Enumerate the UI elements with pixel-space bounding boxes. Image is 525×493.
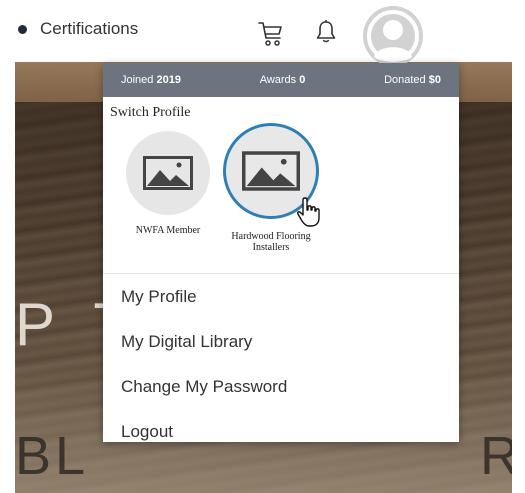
profile-option-label: NWFA Member	[135, 225, 201, 236]
top-navigation-bar: Certifications	[0, 0, 525, 66]
profile-avatar	[126, 131, 210, 215]
profile-dropdown-menu: Joined 2019 Awards 0 Donated $0 Switch P…	[103, 63, 459, 442]
switch-profile-title: Switch Profile	[110, 105, 191, 120]
profile-stats-bar: Joined 2019 Awards 0 Donated $0	[103, 63, 459, 97]
profile-option-label: Hardwood Flooring Installers	[231, 231, 311, 253]
stat-joined-value: 2019	[156, 74, 181, 86]
image-placeholder-icon	[143, 156, 193, 190]
hand-pointer-icon	[297, 197, 320, 227]
profile-option-nwfa-member[interactable]: NWFA Member	[123, 131, 213, 236]
bullet-icon	[18, 24, 27, 34]
stat-donated-value: $0	[428, 74, 441, 86]
nav-link-certifications[interactable]: Certifications	[18, 19, 138, 39]
stat-joined-label: Joined	[121, 74, 154, 86]
stat-awards: Awards 0	[260, 74, 306, 86]
hero-heading-line2: BL	[15, 426, 90, 486]
hero-heading-line2-end: R	[480, 426, 512, 486]
bell-icon[interactable]	[315, 19, 337, 45]
stat-awards-value: 0	[299, 74, 306, 86]
nav-link-label: Certifications	[40, 19, 139, 38]
menu-item-my-digital-library[interactable]: My Digital Library	[103, 319, 459, 364]
stat-awards-label: Awards	[259, 74, 297, 86]
menu-item-change-password[interactable]: Change My Password	[103, 364, 459, 409]
profile-switcher: NWFA Member Hardwood Flooring Installers	[103, 121, 459, 273]
stat-donated-label: Donated	[384, 74, 426, 86]
menu-item-my-profile[interactable]: My Profile	[103, 274, 459, 319]
image-placeholder-icon	[242, 151, 300, 191]
stat-joined: Joined 2019	[121, 74, 181, 86]
user-avatar-button[interactable]	[363, 6, 423, 66]
profile-option-hardwood-flooring-installers[interactable]: Hardwood Flooring Installers	[215, 123, 327, 253]
menu-item-logout[interactable]: Logout	[103, 409, 459, 454]
cart-icon[interactable]	[258, 20, 284, 48]
user-avatar-icon	[363, 6, 423, 66]
stat-donated: Donated $0	[384, 74, 441, 86]
